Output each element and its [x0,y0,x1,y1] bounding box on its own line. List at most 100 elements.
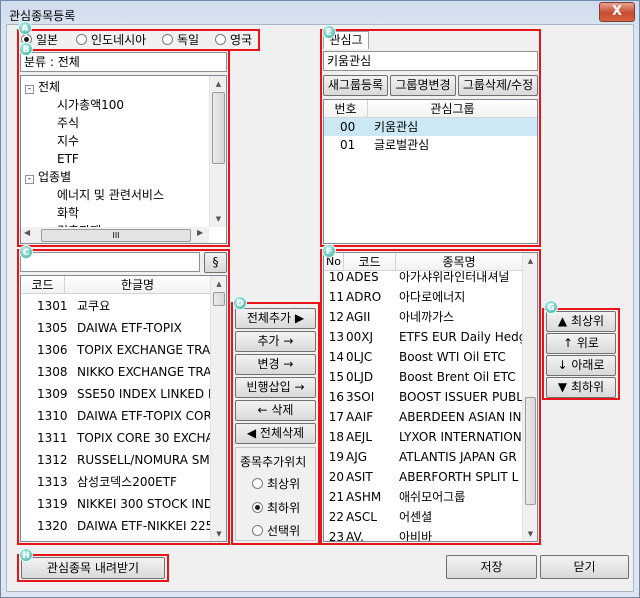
watch-row[interactable]: 22 ASCL 어센셜 [324,507,522,527]
position-radio-selected[interactable]: 선택위 [252,523,300,539]
scroll-down-icon[interactable]: ▼ [210,211,226,227]
delete-all-button[interactable]: ◀ 전체삭제 [235,423,316,444]
section-badge-b: B [19,42,33,56]
watch-row[interactable]: 17 AAIF ABERDEEN ASIAN IN [324,407,522,427]
scroll-down-icon[interactable]: ▼ [523,526,537,541]
stock-row[interactable]: 1308 NIKKO EXCHANGE TRADED [21,361,210,383]
watch-row[interactable]: 20 ASIT ABERFORTH SPLIT L [324,467,522,487]
stock-row[interactable]: 1312 RUSSELL/NOMURA SMAL [21,449,210,471]
add-button[interactable]: 추가 → [235,331,316,352]
scroll-up-icon[interactable]: ▲ [523,253,537,269]
stock-row[interactable]: 1313 삼성코덱스200ETF [21,471,210,493]
rename-group-button[interactable]: 그룹명변경 [390,75,456,96]
insert-blank-row-button[interactable]: 빈행삽입 → [235,377,316,398]
stock-row[interactable]: 1309 SSE50 INDEX LINKED EX [21,383,210,405]
watch-row[interactable]: 18 AEJL LYXOR INTERNATION [324,427,522,447]
watch-row[interactable]: 10 ADES 아가샤위라인터내셔널 [324,267,522,287]
stock-row[interactable]: 1305 DAIWA ETF-TOPIX [21,317,210,339]
category-tree: - 전체 시가총액100 주식 지수 ETF - 업종별 에너지 및 관련서비스 화… [20,75,227,244]
tree-node-item[interactable]: 에너지 및 관련서비스 [57,186,164,204]
position-radio-bottom[interactable]: 최하위 [252,500,300,516]
watch-row[interactable]: 15 0LJD Boost Brent Oil ETC [324,367,522,387]
watch-no: 10 [328,270,344,284]
watch-code: AJG [346,450,368,464]
hscroll-thumb[interactable]: III [41,229,191,242]
tree-horizontal-scrollbar[interactable]: ◀ III ▶ [21,227,209,243]
download-watchlist-button[interactable]: 관심종목 내려받기 [21,557,165,579]
change-button[interactable]: 변경 → [235,354,316,375]
radio-dot [252,502,263,513]
watch-row[interactable]: 11 ADRO 아다로에너지 [324,287,522,307]
watch-row[interactable]: 19 AJG ATLANTIS JAPAN GR [324,447,522,467]
group-row[interactable]: 01 글로벌관심 [324,136,537,154]
column-header-group[interactable]: 관심그룹 [368,100,537,118]
watch-no: 11 [328,290,344,304]
move-top-button[interactable]: ▲ 최상위 [546,311,616,332]
radio-dot [162,34,173,45]
position-label: 선택위 [267,524,301,538]
stock-name: DAIWA ETF-TOPIX CORE [77,409,210,423]
tree-node-item[interactable]: 주식 [57,114,79,132]
market-radio-indonesia[interactable]: 인도네시아 [76,32,146,48]
watch-row[interactable]: 16 3SOI BOOST ISSUER PUBL [324,387,522,407]
tree-vertical-scrollbar[interactable]: ▲ ▼ [209,76,226,227]
scroll-thumb[interactable] [212,92,225,164]
watch-no: 21 [328,490,344,504]
stock-row[interactable]: 1301 교쿠요 [21,295,210,317]
add-all-button[interactable]: 전체추가 ▶ [235,308,316,329]
stock-row[interactable]: 1310 DAIWA ETF-TOPIX CORE [21,405,210,427]
scroll-up-icon[interactable]: ▲ [210,76,226,92]
tree-node-sector[interactable]: - 업종별 [25,168,71,186]
stock-row[interactable]: 1306 TOPIX EXCHANGE TRADED [21,339,210,361]
scroll-thumb[interactable] [525,397,536,505]
scroll-right-icon[interactable]: ▶ [197,228,203,237]
close-window-button[interactable]: X [599,2,635,22]
market-radio-uk[interactable]: 영국 [215,32,252,48]
radio-dot [76,34,87,45]
watch-row[interactable]: 21 ASHM 애쉬모어그룹 [324,487,522,507]
market-radio-germany[interactable]: 독일 [162,32,199,48]
collapse-icon[interactable]: - [25,85,34,94]
tree-node-item[interactable]: ETF [57,150,79,168]
tree-node-all[interactable]: - 전체 [25,78,60,96]
tree-node-item[interactable]: 시가총액100 [57,96,124,114]
stock-row[interactable]: 1321 NIKKEI 225 EXCHANGE T [21,537,210,541]
scroll-up-icon[interactable]: ▲ [211,276,226,292]
group-row-selected[interactable]: 00 키움관심 [324,118,537,136]
stock-code: 1309 [37,387,68,401]
stock-name: NIKKEI 225 EXCHANGE T [77,537,210,541]
tree-node-item[interactable]: 화학 [57,204,79,222]
stock-grid-scrollbar[interactable]: ▲ ▼ [210,276,226,541]
watch-row[interactable]: 12 AGII 아네까가스 [324,307,522,327]
scroll-thumb[interactable] [213,292,225,306]
watch-grid-scrollbar[interactable]: ▲ ▼ [522,253,537,541]
watch-row[interactable]: 14 0LJC Boost WTI Oil ETC [324,347,522,367]
move-up-button[interactable]: ↑ 위로 [546,333,616,354]
dialog-client-area: 일본 인도네시아 독일 영국 분류 : 전체 - 전체 시가총액100 주식 지수… [6,21,634,592]
stock-row[interactable]: 1311 TOPIX CORE 30 EXCHANG [21,427,210,449]
move-down-button[interactable]: ↓ 아래로 [546,355,616,376]
delete-edit-group-button[interactable]: 그룹삭제/수정 [458,75,538,96]
save-button[interactable]: 저장 [446,555,537,579]
column-header-code[interactable]: 코드 [21,276,65,294]
column-header-name[interactable]: 한글명 [65,276,211,294]
scroll-left-icon[interactable]: ◀ [24,228,30,237]
tree-node-item[interactable]: 지수 [57,132,79,150]
watch-row[interactable]: 13 00XJ ETFS EUR Daily Hedg [324,327,522,347]
search-button[interactable]: § [204,252,227,273]
watch-row[interactable]: 23 AV. 아비바 [324,527,522,541]
stock-row[interactable]: 1319 NIKKEI 300 STOCK INDEX [21,493,210,515]
group-name-input[interactable]: 키움관심 [323,51,538,71]
collapse-icon[interactable]: - [25,175,34,184]
position-radio-top[interactable]: 최상위 [252,476,300,492]
column-header-number[interactable]: 번호 [324,100,368,118]
move-bottom-button[interactable]: ▼ 최하위 [546,377,616,398]
watch-no: 22 [328,510,344,524]
stock-row[interactable]: 1320 DAIWA ETF-NIKKEI 225 [21,515,210,537]
stock-name: DAIWA ETF-TOPIX [77,321,182,335]
stock-search-input[interactable] [20,252,200,272]
close-button[interactable]: 닫기 [540,555,629,579]
delete-button[interactable]: ← 삭제 [235,400,316,421]
new-group-button[interactable]: 새그룹등록 [323,75,388,96]
scroll-down-icon[interactable]: ▼ [211,526,226,541]
